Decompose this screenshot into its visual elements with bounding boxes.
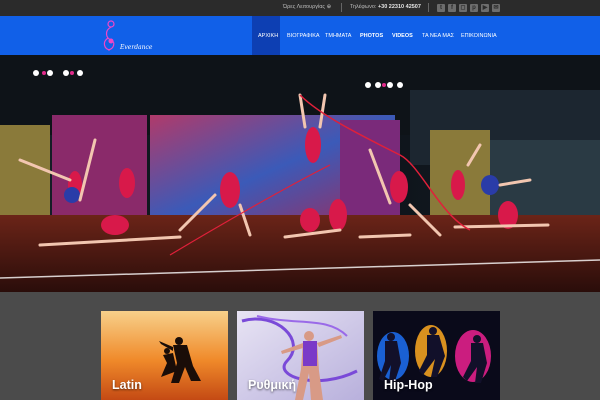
nav-home[interactable]: ΑΡΧΙΚΗ bbox=[258, 33, 278, 39]
instagram-icon[interactable]: ◻ bbox=[459, 4, 467, 12]
youtube-icon[interactable]: ▶ bbox=[481, 4, 489, 12]
divider bbox=[428, 3, 429, 12]
logo-area: Everdance bbox=[0, 16, 252, 55]
nav-contact[interactable]: ΕΠΙΚΟΙΝΩΝΙΑ bbox=[461, 33, 497, 39]
phone-number[interactable]: +30 22310 42507 bbox=[378, 4, 421, 10]
top-bar: Ώρες Λειτουργίας ⊕ Τηλέφωνο: +30 22310 4… bbox=[0, 0, 600, 16]
site-logo[interactable]: Everdance bbox=[0, 16, 252, 55]
clock-icon: ⊕ bbox=[326, 4, 332, 10]
opening-hours[interactable]: Ώρες Λειτουργίας ⊕ bbox=[283, 4, 331, 10]
tile-label: Ρυθμική bbox=[248, 378, 297, 392]
nav-photos[interactable]: PHOTOS bbox=[360, 33, 383, 39]
nav-biographies[interactable]: ΒΙΟΓΡΑΦΙΚΑ bbox=[287, 33, 320, 39]
nav-news[interactable]: ΤΑ ΝΕΑ ΜΑΣ bbox=[422, 33, 454, 39]
nav-videos[interactable]: VIDEOS bbox=[392, 33, 413, 39]
facebook-icon[interactable]: f bbox=[448, 4, 456, 12]
phone-info: Τηλέφωνο: +30 22310 42507 bbox=[350, 4, 421, 10]
tile-label: Latin bbox=[112, 378, 142, 392]
pinterest-icon[interactable]: p bbox=[470, 4, 478, 12]
main-nav: ΑΡΧΙΚΗ ΒΙΟΓΡΑΦΙΚΑ ΤΜΗΜΑΤΑ PHOTOS VIDEOS … bbox=[252, 16, 600, 55]
email-icon[interactable]: ✉ bbox=[492, 4, 500, 12]
tile-label: Hip-Hop bbox=[384, 378, 433, 392]
tile-latin[interactable]: Latin bbox=[101, 311, 228, 400]
tile-hiphop[interactable]: Hip-Hop bbox=[373, 311, 500, 400]
nav-classes[interactable]: ΤΜΗΜΑΤΑ bbox=[325, 33, 351, 39]
hero-dance-photo bbox=[0, 55, 600, 292]
twitter-icon[interactable]: t bbox=[437, 4, 445, 12]
tile-rhythmic[interactable]: Ρυθμική bbox=[237, 311, 364, 400]
divider bbox=[341, 3, 342, 12]
hero-image bbox=[0, 55, 600, 292]
logo-script: Everdance bbox=[119, 44, 153, 51]
social-links: t f ◻ p ▶ ✉ bbox=[437, 4, 500, 12]
